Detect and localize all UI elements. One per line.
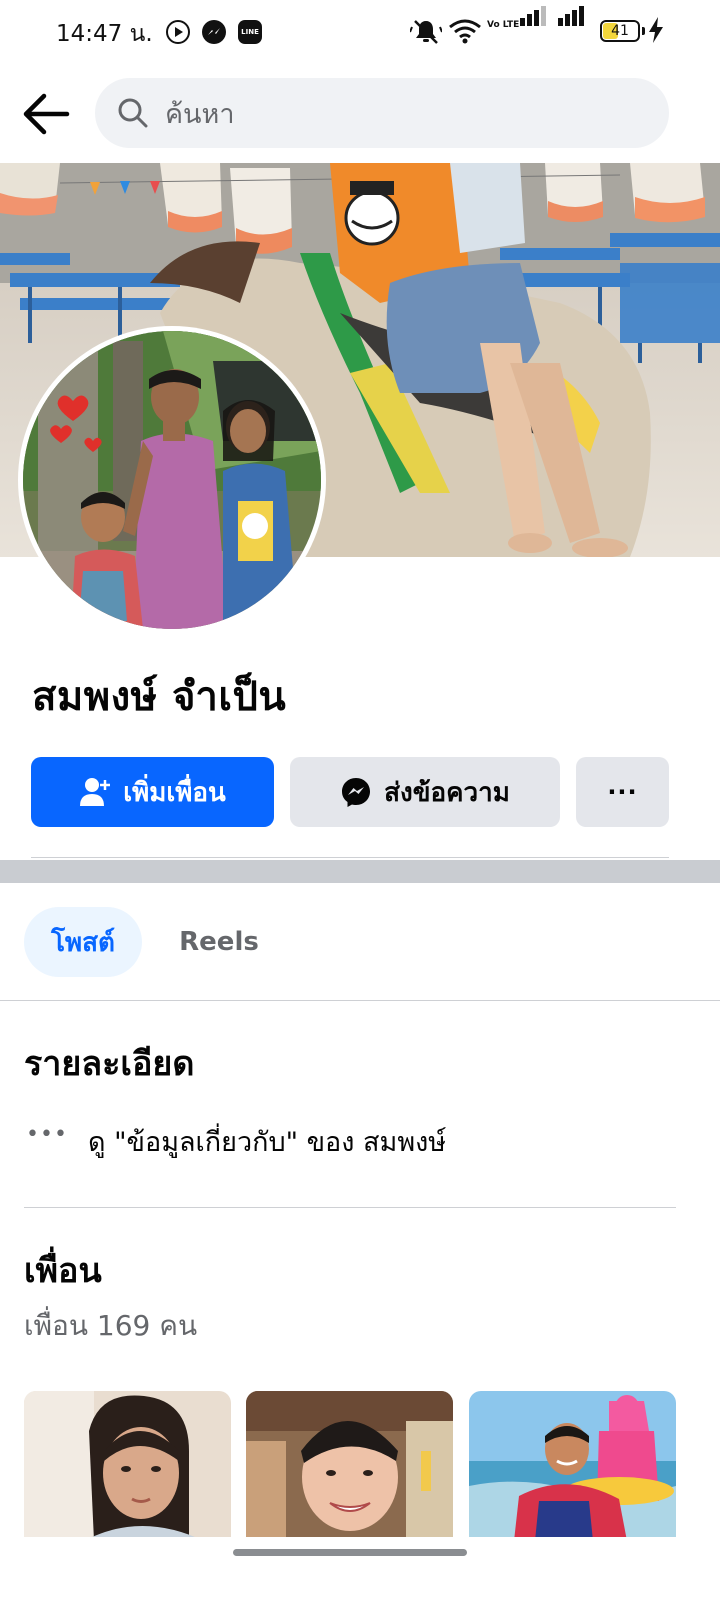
volte-icon: Vo LTE [487,20,520,30]
status-bar: 14:47 น. LINE Vo LTE 41 [0,0,720,66]
back-button[interactable] [22,92,72,136]
friend-photo[interactable] [24,1391,231,1541]
search-bar[interactable] [95,78,669,150]
more-dots-icon: ••• [26,1122,68,1147]
add-person-icon [79,776,111,808]
add-friend-label: เพิ่มเพื่อน [123,777,226,808]
line-notification-icon: LINE [238,20,262,44]
tab-posts[interactable]: โพสต์ [24,907,142,977]
mute-icon [409,18,443,50]
more-dots-icon: ··· [607,778,638,806]
home-indicator[interactable] [233,1549,467,1556]
friend-photo[interactable] [469,1391,676,1541]
profile-tabs: โพสต์ Reels [0,883,720,1000]
tab-reels[interactable]: Reels [160,907,278,977]
friend-photo[interactable] [246,1391,453,1541]
top-bar [0,66,720,162]
divider [24,1207,676,1208]
status-time: 14:47 น. [56,21,153,47]
more-options-button[interactable]: ··· [576,757,669,827]
charging-icon [648,16,664,48]
messenger-icon [340,776,372,808]
battery-icon: 41 [600,20,640,42]
message-label: ส่งข้อความ [384,777,510,808]
search-icon [117,97,149,133]
signal-1-icon [520,4,550,26]
media-app-icon [166,20,190,44]
add-friend-button[interactable]: เพิ่มเพื่อน [31,757,274,827]
friends-count: เพื่อน 169 คน [24,1309,198,1342]
friends-heading: เพื่อน [24,1251,102,1291]
divider [0,1000,720,1001]
battery-level: 41 [611,23,629,39]
message-button[interactable]: ส่งข้อความ [290,757,560,827]
profile-name: สมพงษ์ จำเป็น [32,674,287,720]
details-heading: รายละเอียด [24,1044,195,1084]
profile-photo-frame[interactable] [18,326,326,634]
messenger-notification-icon [202,20,226,44]
section-separator [0,860,720,883]
wifi-icon [448,18,482,48]
divider [31,857,669,858]
about-link-row[interactable]: ••• ดู "ข้อมูลเกี่ยวกับ" ของ สมพงษ์ [24,1114,684,1164]
search-input[interactable] [163,78,647,150]
signal-2-icon [558,4,588,26]
back-arrow-icon [23,93,70,135]
about-link-text: ดู "ข้อมูลเกี่ยวกับ" ของ สมพงษ์ [88,1127,447,1158]
battery-tip [642,27,645,35]
profile-photo[interactable] [23,331,321,629]
